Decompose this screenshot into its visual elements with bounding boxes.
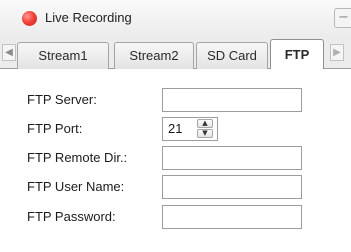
- ftp-user-name-label: FTP User Name:: [27, 179, 125, 194]
- up-arrow-icon[interactable]: ▲: [197, 119, 213, 128]
- ftp-server-label: FTP Server:: [27, 92, 97, 107]
- ftp-user-name-input[interactable]: [162, 175, 302, 199]
- tab-sd-card[interactable]: SD Card: [196, 42, 268, 69]
- right-arrow-icon[interactable]: ▶: [330, 44, 344, 61]
- ftp-port-value[interactable]: 21: [168, 121, 182, 136]
- title-bar: Live Recording −: [0, 0, 351, 36]
- stepper-buttons: ▲ ▼: [197, 119, 215, 139]
- ftp-remote-dir-label: FTP Remote Dir.:: [27, 150, 128, 165]
- left-arrow-icon[interactable]: ◀: [2, 44, 16, 61]
- down-arrow-icon[interactable]: ▼: [197, 129, 213, 138]
- window-title: Live Recording: [45, 10, 132, 25]
- minimize-button[interactable]: −: [334, 8, 351, 28]
- ftp-server-input[interactable]: [162, 88, 302, 112]
- tab-stream2[interactable]: Stream2: [114, 42, 194, 69]
- ftp-password-input[interactable]: [162, 205, 302, 229]
- tab-ftp[interactable]: FTP: [270, 39, 324, 70]
- ftp-port-stepper[interactable]: 21 ▲ ▼: [162, 117, 218, 141]
- ftp-port-label: FTP Port:: [27, 121, 83, 136]
- ftp-remote-dir-input[interactable]: [162, 146, 302, 170]
- record-dot-icon: [22, 11, 37, 26]
- tab-stream1[interactable]: Stream1: [17, 42, 109, 69]
- ftp-password-label: FTP Password:: [27, 209, 116, 224]
